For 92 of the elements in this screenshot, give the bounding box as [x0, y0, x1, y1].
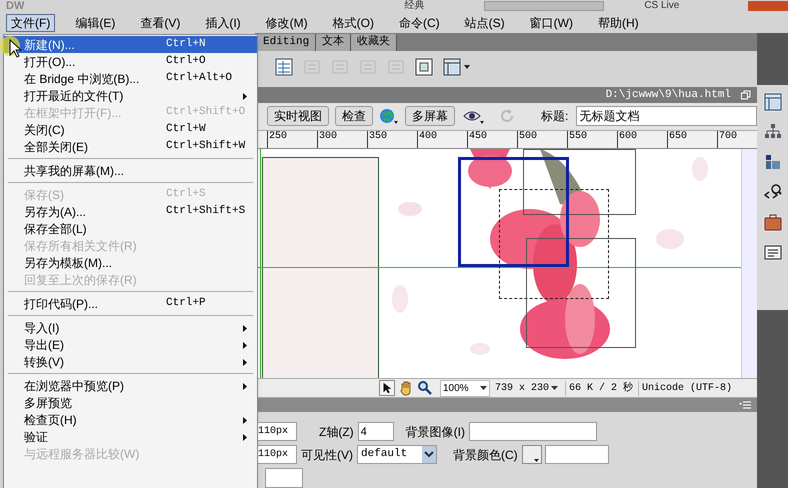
text-field[interactable] — [265, 468, 303, 488]
field-label: 可见性(V) — [301, 446, 353, 464]
menu-item[interactable]: 验证 — [4, 428, 257, 445]
view-button[interactable]: 实时视图 — [267, 106, 329, 126]
briefcase-icon[interactable] — [764, 213, 782, 231]
menu-item[interactable]: 在 Bridge 中浏览(B)... Ctrl+Alt+O — [4, 70, 257, 87]
workspace-switcher[interactable]: 经典 — [404, 1, 424, 11]
ruler-label: 600 — [618, 130, 638, 144]
menu-item[interactable]: 新建(N)... Ctrl+N — [4, 36, 257, 53]
view-button[interactable]: 检查 — [335, 106, 373, 126]
panel-menu-icon[interactable] — [739, 401, 751, 410]
ruler-label: 250 — [268, 130, 288, 144]
menu-item[interactable]: 站点(S) — [460, 14, 510, 32]
hierarchy-icon[interactable] — [764, 123, 782, 141]
menu-item[interactable]: 在浏览器中预览(P) — [4, 377, 257, 394]
code-inspect-icon[interactable] — [764, 183, 782, 201]
globe-icon[interactable] — [379, 107, 399, 126]
title-label: 标题: — [541, 108, 568, 126]
menu-item[interactable]: 转换(V) — [4, 353, 257, 370]
field-label: Z轴(Z) — [319, 424, 354, 440]
color-swatch[interactable] — [522, 445, 542, 464]
dimension-field[interactable]: 110px — [255, 422, 297, 441]
menu-item[interactable]: 修改(M) — [260, 14, 313, 32]
menu-item[interactable]: 窗口(W) — [524, 14, 578, 32]
caret-icon — [480, 386, 487, 390]
background-image-field[interactable] — [468, 422, 597, 441]
ruler-label: 500 — [518, 130, 538, 144]
field-label: 背景颜色(C) — [453, 446, 518, 464]
selected-layer-box[interactable] — [458, 156, 569, 267]
menu-item[interactable]: 另存为(A)... Ctrl+Shift+S — [4, 203, 257, 220]
z-index-field[interactable]: 4 — [358, 422, 394, 441]
window-size-dropdown[interactable]: 739 x 230 — [495, 380, 558, 396]
dimension-field[interactable]: 110px — [255, 445, 297, 464]
field-label: 背景图像(I) — [406, 424, 465, 440]
menu-item[interactable]: 导出(E) — [4, 336, 257, 353]
file-path: D:\jcwww\9\hua.html — [606, 88, 731, 103]
form-panel-icon[interactable] — [764, 243, 782, 261]
submenu-arrow-icon — [243, 342, 247, 349]
view-button[interactable]: 多屏幕 — [405, 106, 455, 126]
search-field[interactable] — [484, 1, 604, 11]
toolbar-tab[interactable]: 收藏夹 — [351, 34, 398, 51]
blocks-icon[interactable] — [764, 153, 782, 171]
background-color-field[interactable] — [544, 445, 609, 464]
menu-item[interactable]: 格式(O) — [328, 14, 379, 32]
menu-item[interactable]: 保存全部(L) — [4, 220, 257, 237]
download-size: 66 K / 2 秒 — [565, 380, 634, 396]
caret-icon — [551, 386, 558, 390]
menu-item[interactable]: 编辑(E) — [70, 14, 120, 32]
restore-icon[interactable] — [741, 90, 751, 100]
panel-icon[interactable] — [764, 93, 782, 111]
visibility-select[interactable]: default — [357, 445, 437, 464]
submenu-arrow-icon — [243, 93, 247, 100]
ruler-label: 400 — [418, 130, 438, 144]
menu-item[interactable]: 共享我的屏幕(M)... — [4, 162, 257, 179]
toolbar-tab[interactable]: 文本 — [316, 34, 352, 51]
menu-item[interactable]: 检查页(H) — [4, 411, 257, 428]
menu-item[interactable]: 文件(F) — [6, 14, 56, 32]
menu-item[interactable]: 导入(I) — [4, 319, 257, 336]
menu-item[interactable]: 帮助(H) — [592, 14, 644, 32]
toolbar-tab[interactable]: Editing — [257, 34, 316, 51]
layout-dropdown-icon[interactable] — [443, 58, 471, 76]
menu-item[interactable]: 关闭(C) Ctrl+W — [4, 121, 257, 138]
zoom-dropdown[interactable]: 100% — [440, 380, 490, 397]
zoom-tool-icon[interactable] — [417, 380, 433, 396]
menu-item[interactable]: 打开最近的文件(T) — [4, 87, 257, 104]
ruler-label: 650 — [668, 130, 688, 144]
menu-item[interactable]: 命令(C) — [394, 14, 445, 32]
submenu-arrow-icon — [243, 359, 247, 366]
ruler-label: 350 — [368, 130, 388, 144]
submenu-arrow-icon — [243, 417, 247, 424]
pointer-tool-icon[interactable] — [379, 380, 395, 396]
menu-item[interactable]: 插入(I) — [200, 14, 246, 32]
menu-item[interactable]: 查看(V) — [135, 14, 186, 32]
menu-item[interactable]: 打印代码(P)... Ctrl+P — [4, 295, 257, 312]
menu-item[interactable]: 多屏预览 — [4, 394, 257, 411]
app-logo: DW — [6, 0, 24, 12]
ruler-label: 550 — [568, 130, 588, 144]
submenu-arrow-icon — [243, 434, 247, 441]
encoding: Unicode (UTF-8) — [638, 380, 732, 396]
submenu-arrow-icon — [243, 325, 247, 332]
menu-item[interactable]: 全部关闭(E) Ctrl+Shift+W — [4, 138, 257, 155]
vertical-scrollbar[interactable] — [741, 148, 757, 378]
title-field[interactable]: 无标题文档 — [576, 106, 757, 126]
frame-icon[interactable] — [415, 58, 433, 76]
cs-live-button[interactable]: CS Live — [644, 1, 680, 11]
table-icon[interactable] — [275, 58, 293, 76]
ruler-label: 700 — [718, 130, 738, 144]
ruler-label: 450 — [468, 130, 488, 144]
menu-item[interactable]: 另存为模板(M)... — [4, 254, 257, 271]
submenu-arrow-icon — [243, 383, 247, 390]
menu-item[interactable]: 打开(O)... Ctrl+O — [4, 53, 257, 70]
ruler-label: 300 — [318, 130, 338, 144]
